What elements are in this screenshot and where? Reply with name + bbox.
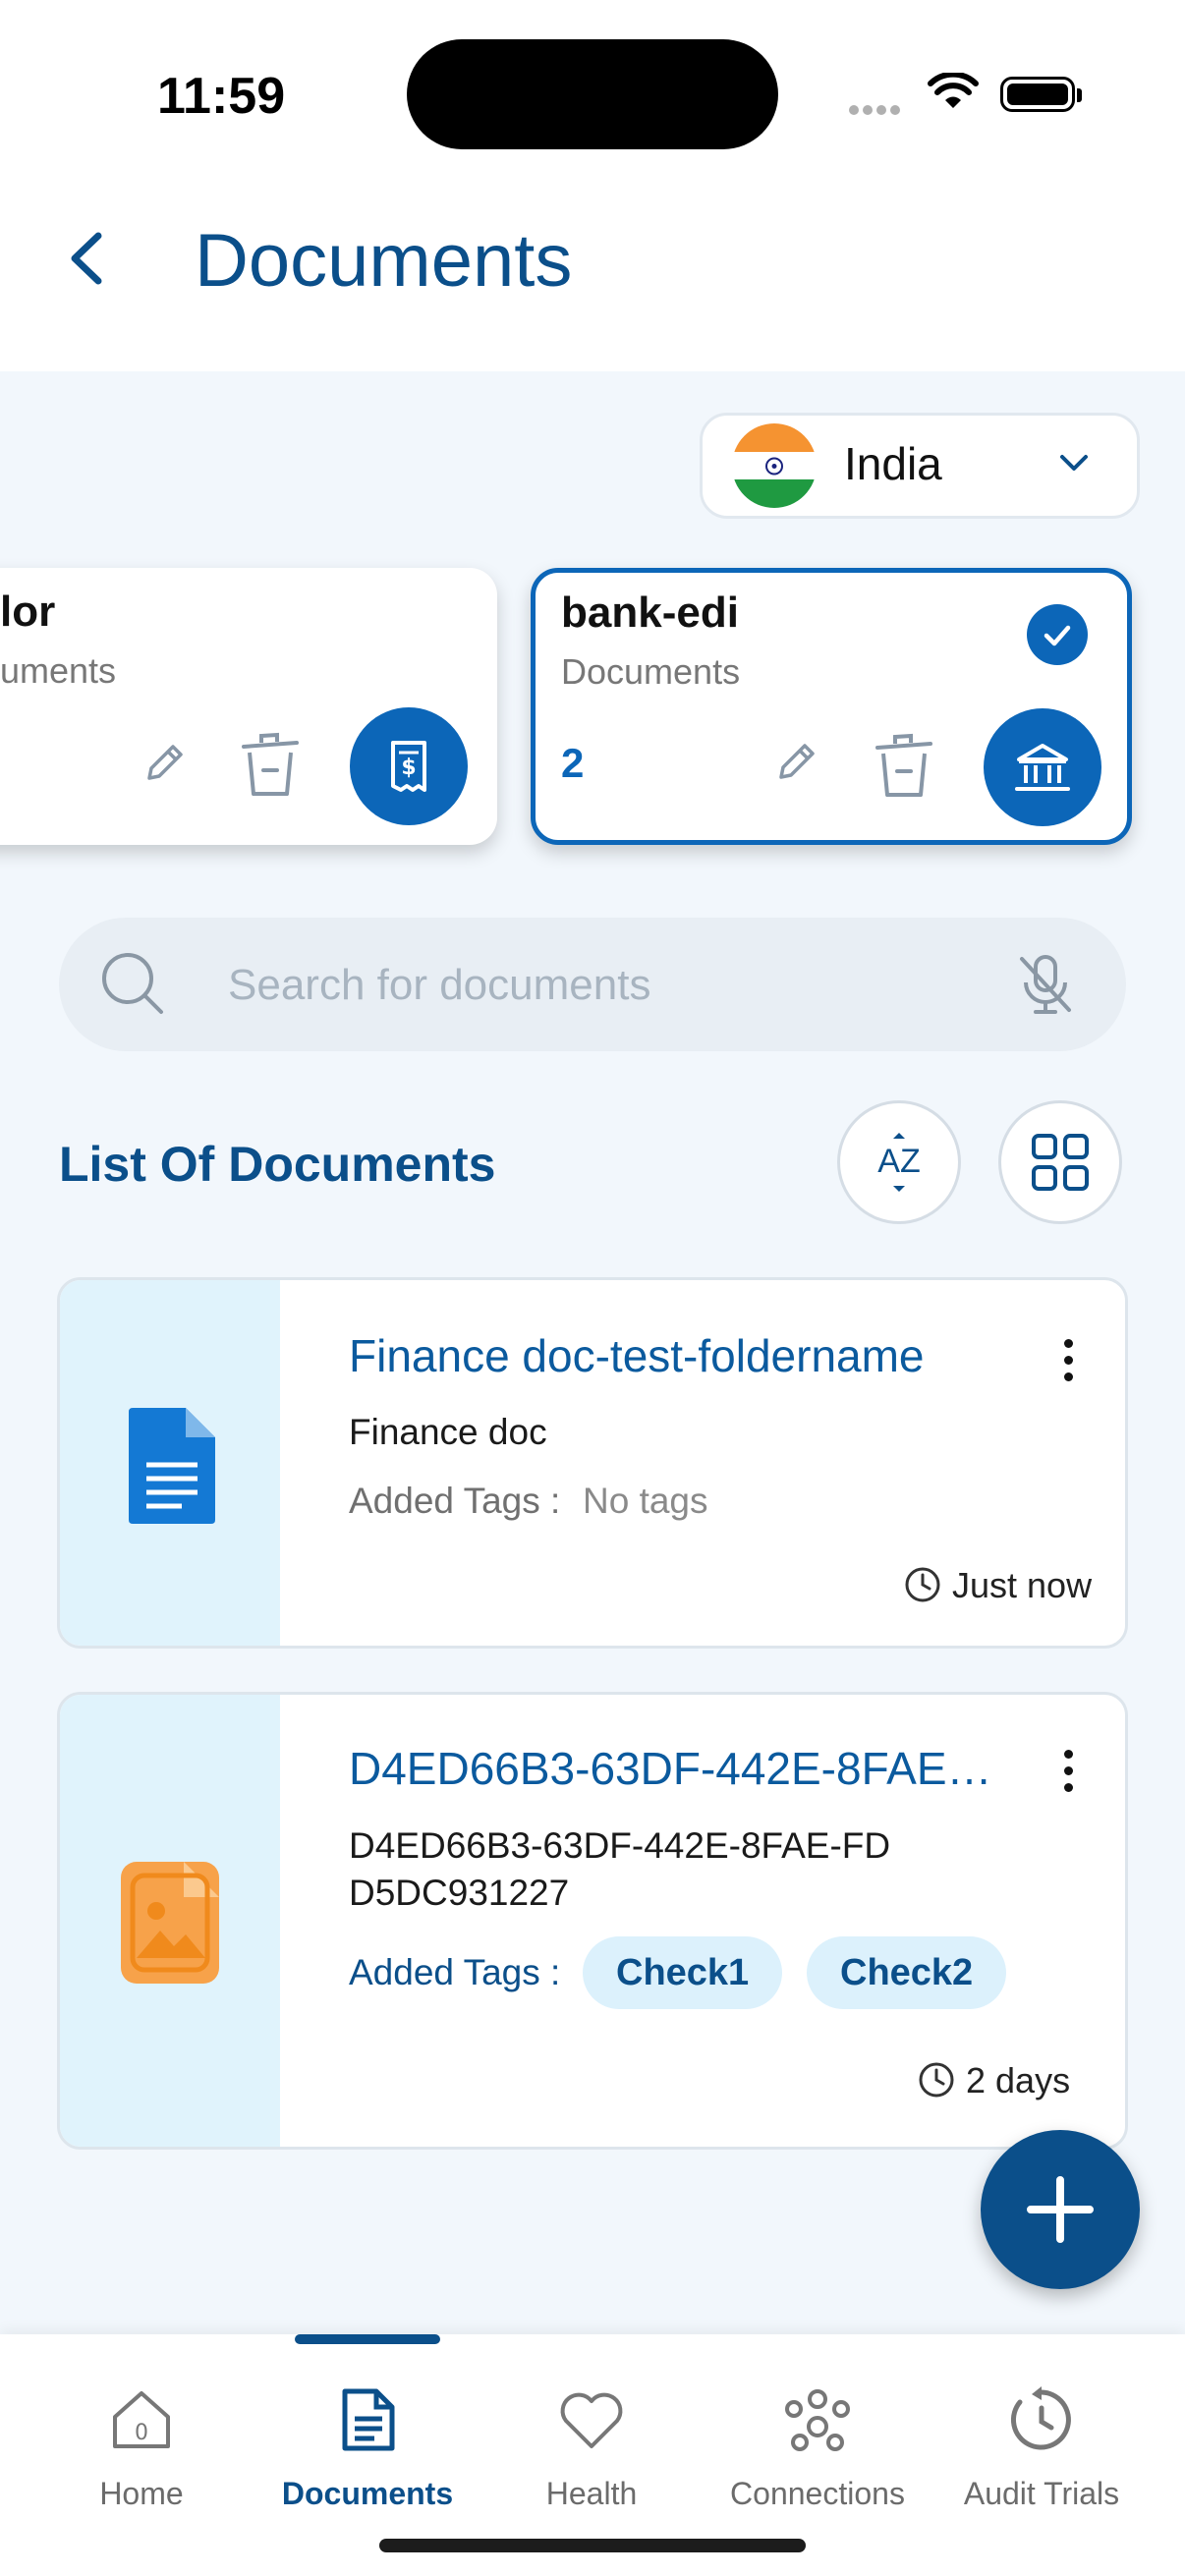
document-subtitle: Finance doc [349, 1412, 547, 1452]
home-indicator [379, 2539, 806, 2552]
tags-label: Added Tags : [349, 1952, 561, 1992]
folder-card-selected[interactable]: bank-edi Documents 2 [531, 568, 1132, 845]
folder-subtitle: Documents [561, 651, 741, 692]
kebab-menu-icon [1058, 1750, 1078, 1792]
folder-title: lor [0, 588, 56, 636]
more-options-button[interactable] [1052, 1744, 1084, 1798]
edit-icon[interactable] [138, 737, 191, 795]
tags-label: Added Tags : [349, 1481, 561, 1521]
wifi-icon [928, 71, 979, 117]
grid-icon [1032, 1134, 1089, 1191]
chevron-left-icon [71, 232, 102, 285]
document-title: Finance doc-test-foldername [349, 1330, 925, 1381]
sort-az-button[interactable]: AZ [837, 1100, 961, 1224]
folder-subtitle: uments [0, 650, 117, 691]
document-icon [337, 2381, 398, 2458]
tag-chip[interactable]: Check1 [583, 1936, 783, 2009]
nav-label: Health [545, 2476, 638, 2511]
sort-az-icon: AZ [877, 1133, 921, 1192]
svg-text:0: 0 [135, 2421, 148, 2445]
home-icon: 0 [107, 2381, 176, 2458]
svg-text:$: $ [401, 756, 416, 780]
add-document-button[interactable] [981, 2130, 1140, 2289]
page-title: Documents [195, 219, 573, 303]
check-icon [1027, 604, 1088, 665]
nav-label: Home [99, 2476, 184, 2511]
image-file-icon [115, 1856, 225, 1994]
heart-icon [556, 2381, 627, 2458]
no-tags-text: No tags [583, 1481, 708, 1521]
search-input[interactable] [226, 951, 1036, 1020]
folder-count: 2 [561, 740, 585, 786]
receipt-icon[interactable]: $ [350, 707, 468, 825]
bank-icon[interactable] [984, 708, 1101, 826]
status-time: 11:59 [157, 68, 286, 125]
clock-icon [903, 1565, 942, 1609]
folder-card[interactable]: lor uments $ [0, 568, 497, 845]
signal-icon [849, 102, 904, 120]
india-flag-icon [732, 423, 817, 508]
kebab-menu-icon [1058, 1339, 1078, 1381]
document-card[interactable]: D4ED66B3-63DF-442E-8FAE… D4ED66B3-63DF-4… [57, 1692, 1128, 2150]
nav-label: Audit Trials [963, 2476, 1120, 2511]
grid-view-button[interactable] [998, 1100, 1122, 1224]
google-doc-icon [125, 1404, 219, 1533]
country-name: India [844, 438, 942, 489]
document-time: 2 days [966, 2060, 1071, 2100]
list-title: List Of Documents [59, 1137, 496, 1192]
mic-off-icon[interactable] [1008, 947, 1083, 1027]
search-icon [94, 945, 173, 1029]
nav-label: Connections [730, 2476, 905, 2511]
clock-icon [917, 2060, 956, 2104]
audit-icon [1006, 2381, 1077, 2458]
document-subtitle: D4ED66B3-63DF-442E-8FAE-FDD5DC931227 [349, 1825, 891, 1913]
folder-title: bank-edi [561, 588, 739, 637]
nav-health[interactable]: Health [474, 2334, 709, 2531]
svg-text:AZ: AZ [877, 1143, 920, 1180]
trash-icon[interactable] [236, 729, 305, 807]
document-card[interactable]: Finance doc-test-foldername Finance doc … [57, 1277, 1128, 1649]
trash-icon[interactable] [870, 730, 938, 808]
country-dropdown[interactable]: India [700, 413, 1140, 519]
battery-icon [1000, 77, 1075, 112]
chevron-down-icon [1054, 443, 1094, 487]
more-options-button[interactable] [1052, 1333, 1084, 1387]
dynamic-island [407, 39, 778, 149]
tag-chip[interactable]: Check2 [807, 1936, 1007, 2009]
nav-audit-trials[interactable]: Audit Trials [924, 2334, 1159, 2531]
document-time: Just now [952, 1565, 1093, 1605]
edit-icon[interactable] [769, 736, 822, 794]
nav-home[interactable]: 0 Home [24, 2334, 259, 2531]
search-bar [59, 918, 1126, 1051]
nav-label: Documents [281, 2476, 454, 2511]
nav-documents[interactable]: Documents [250, 2334, 485, 2531]
document-title: D4ED66B3-63DF-442E-8FAE… [349, 1743, 992, 1794]
nav-connections[interactable]: Connections [700, 2334, 935, 2531]
connections-icon [780, 2381, 855, 2458]
back-button[interactable] [59, 224, 114, 293]
plus-icon [1027, 2176, 1094, 2243]
